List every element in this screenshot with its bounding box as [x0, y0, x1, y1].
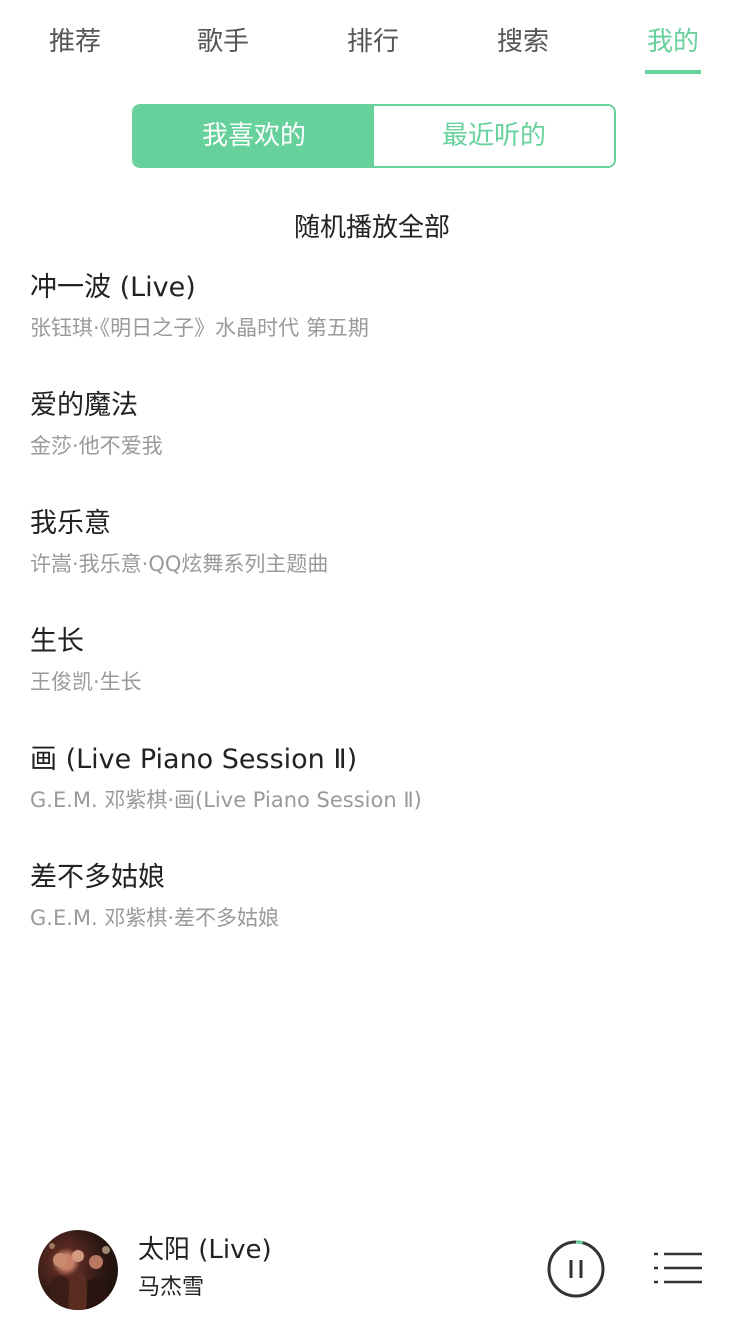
song-subtitle: G.E.M. 邓紫棋·差不多姑娘: [30, 906, 280, 930]
song-subtitle: 金莎·他不爱我: [30, 434, 163, 458]
song-item[interactable]: 冲一波 (Live) 张钰琪·《明日之子》水晶时代 第五期: [30, 268, 720, 386]
song-subtitle: G.E.M. 邓紫棋·画(Live Piano Session Ⅱ): [30, 788, 422, 812]
song-item[interactable]: 爱的魔法 金莎·他不爱我: [30, 386, 720, 504]
top-nav: 推荐 歌手 排行 搜索 我的: [0, 0, 744, 84]
song-item[interactable]: 差不多姑娘 G.E.M. 邓紫棋·差不多姑娘: [30, 858, 720, 976]
song-title: 我乐意: [30, 508, 111, 539]
now-playing-title: 太阳 (Live): [138, 1235, 272, 1265]
song-title: 冲一波 (Live): [30, 272, 196, 303]
mini-player: 太阳 (Live) 马杰雪: [0, 1208, 744, 1328]
playlist-icon: [654, 1252, 702, 1284]
song-item[interactable]: 画 (Live Piano Session Ⅱ) G.E.M. 邓紫棋·画(Li…: [30, 740, 720, 858]
liked-songs-tab[interactable]: 我喜欢的: [134, 106, 374, 166]
pause-icon: [547, 1240, 605, 1298]
now-playing-artist: 马杰雪: [138, 1275, 205, 1300]
song-list: 冲一波 (Live) 张钰琪·《明日之子》水晶时代 第五期 爱的魔法 金莎·他不…: [30, 268, 720, 976]
song-item[interactable]: 我乐意 许嵩·我乐意·QQ炫舞系列主题曲: [30, 504, 720, 622]
song-item[interactable]: 生长 王俊凯·生长: [30, 622, 720, 740]
tab-rankings[interactable]: 排行: [298, 22, 448, 62]
progress-ring: [575, 1240, 584, 1245]
library-switch: 我喜欢的 最近听的: [132, 104, 616, 168]
album-cover[interactable]: [38, 1230, 118, 1310]
song-title: 生长: [30, 626, 84, 657]
recently-played-tab[interactable]: 最近听的: [374, 106, 614, 166]
pause-button[interactable]: [546, 1239, 606, 1299]
song-title: 画 (Live Piano Session Ⅱ): [30, 744, 358, 775]
tab-singers[interactable]: 歌手: [148, 22, 298, 62]
tab-mine[interactable]: 我的: [598, 22, 744, 74]
playlist-button[interactable]: [652, 1248, 704, 1288]
song-subtitle: 张钰琪·《明日之子》水晶时代 第五期: [30, 316, 369, 340]
tab-recommend[interactable]: 推荐: [0, 22, 150, 62]
tab-mine-label: 我的: [646, 27, 699, 57]
song-subtitle: 王俊凯·生长: [30, 670, 142, 694]
song-title: 爱的魔法: [30, 390, 138, 421]
shuffle-all-button[interactable]: 随机播放全部: [0, 208, 744, 248]
tab-search[interactable]: 搜索: [448, 22, 598, 62]
active-tab-indicator: [645, 70, 701, 74]
album-cover-art: [48, 1243, 110, 1310]
song-subtitle: 许嵩·我乐意·QQ炫舞系列主题曲: [30, 552, 329, 576]
song-title: 差不多姑娘: [30, 862, 165, 893]
